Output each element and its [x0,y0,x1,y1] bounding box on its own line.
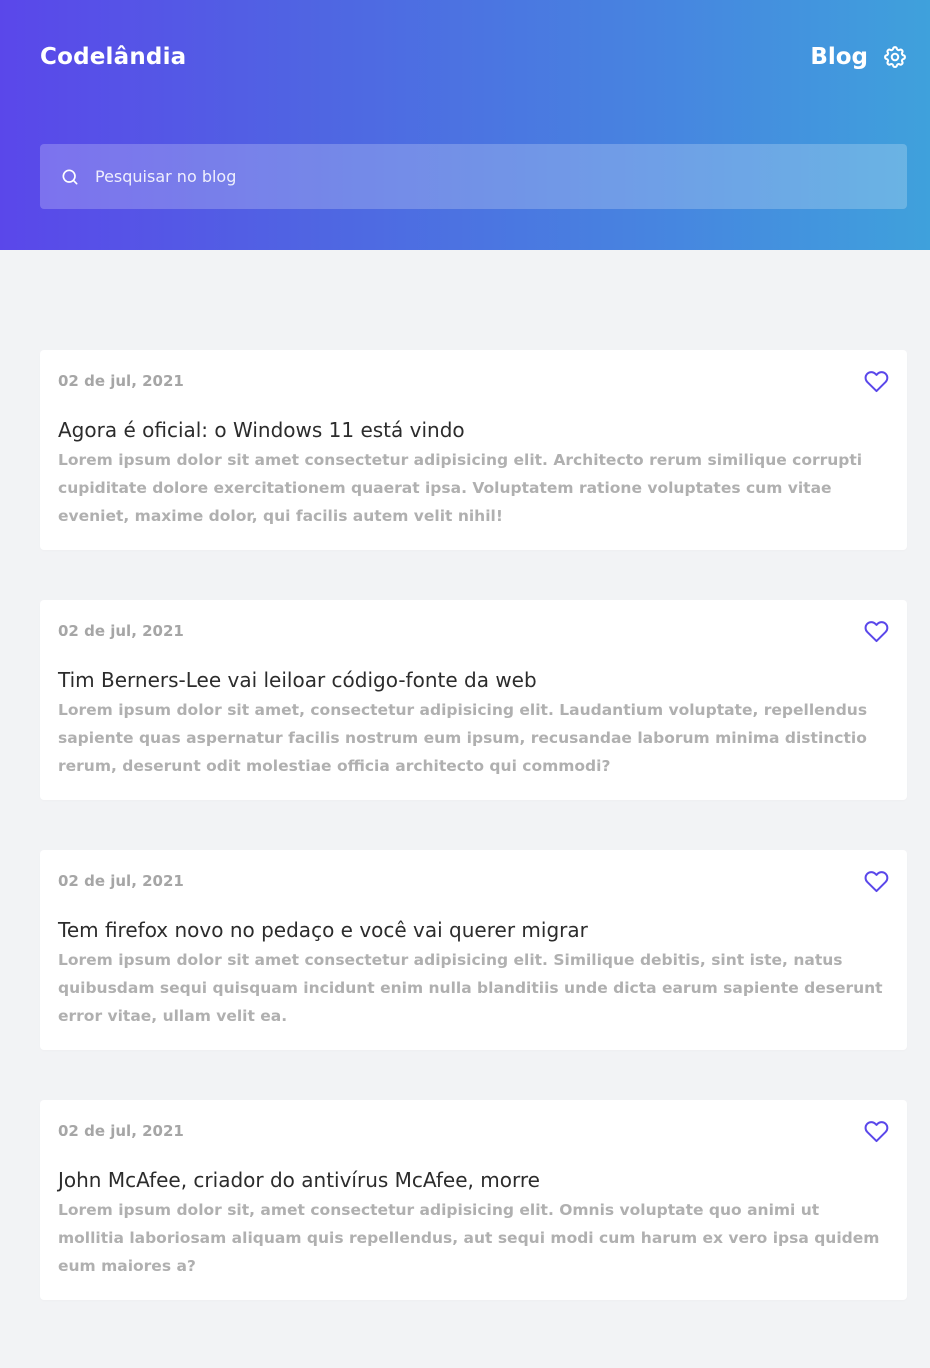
post-date: 02 de jul, 2021 [58,1122,184,1140]
post-card[interactable]: 02 de jul, 2021 Agora é oficial: o Windo… [40,350,907,550]
post-card[interactable]: 02 de jul, 2021 Tem firefox novo no peda… [40,850,907,1050]
heart-icon[interactable] [863,1118,889,1144]
search-input[interactable] [95,161,855,192]
post-title[interactable]: Agora é oficial: o Windows 11 está vindo [58,416,889,444]
post-card[interactable]: 02 de jul, 2021 Tim Berners-Lee vai leil… [40,600,907,800]
heart-icon[interactable] [863,368,889,394]
post-excerpt: Lorem ipsum dolor sit, amet consectetur … [58,1201,880,1275]
post-excerpt: Lorem ipsum dolor sit amet consectetur a… [58,451,863,525]
post-date: 02 de jul, 2021 [58,372,184,390]
heart-icon[interactable] [863,618,889,644]
header-nav: Blog [810,40,908,74]
heart-icon[interactable] [863,868,889,894]
gear-icon[interactable] [882,44,908,70]
post-title[interactable]: John McAfee, criador do antivírus McAfee… [58,1166,889,1194]
post-date: 02 de jul, 2021 [58,622,184,640]
post-excerpt: Lorem ipsum dolor sit amet, consectetur … [58,701,868,775]
post-title[interactable]: Tem firefox novo no pedaço e você vai qu… [58,916,889,944]
blog-nav-link[interactable]: Blog [810,40,868,74]
post-date: 02 de jul, 2021 [58,872,184,890]
post-card[interactable]: 02 de jul, 2021 John McAfee, criador do … [40,1100,907,1300]
search-icon [60,167,80,187]
brand-logo[interactable]: Codelândia [40,40,186,74]
search-bar [40,144,907,209]
post-list: 02 de jul, 2021 Agora é oficial: o Windo… [40,350,907,1350]
page-header: Codelândia Blog [0,0,930,250]
post-title[interactable]: Tim Berners-Lee vai leiloar código-fonte… [58,666,889,694]
post-excerpt: Lorem ipsum dolor sit amet consectetur a… [58,951,883,1025]
